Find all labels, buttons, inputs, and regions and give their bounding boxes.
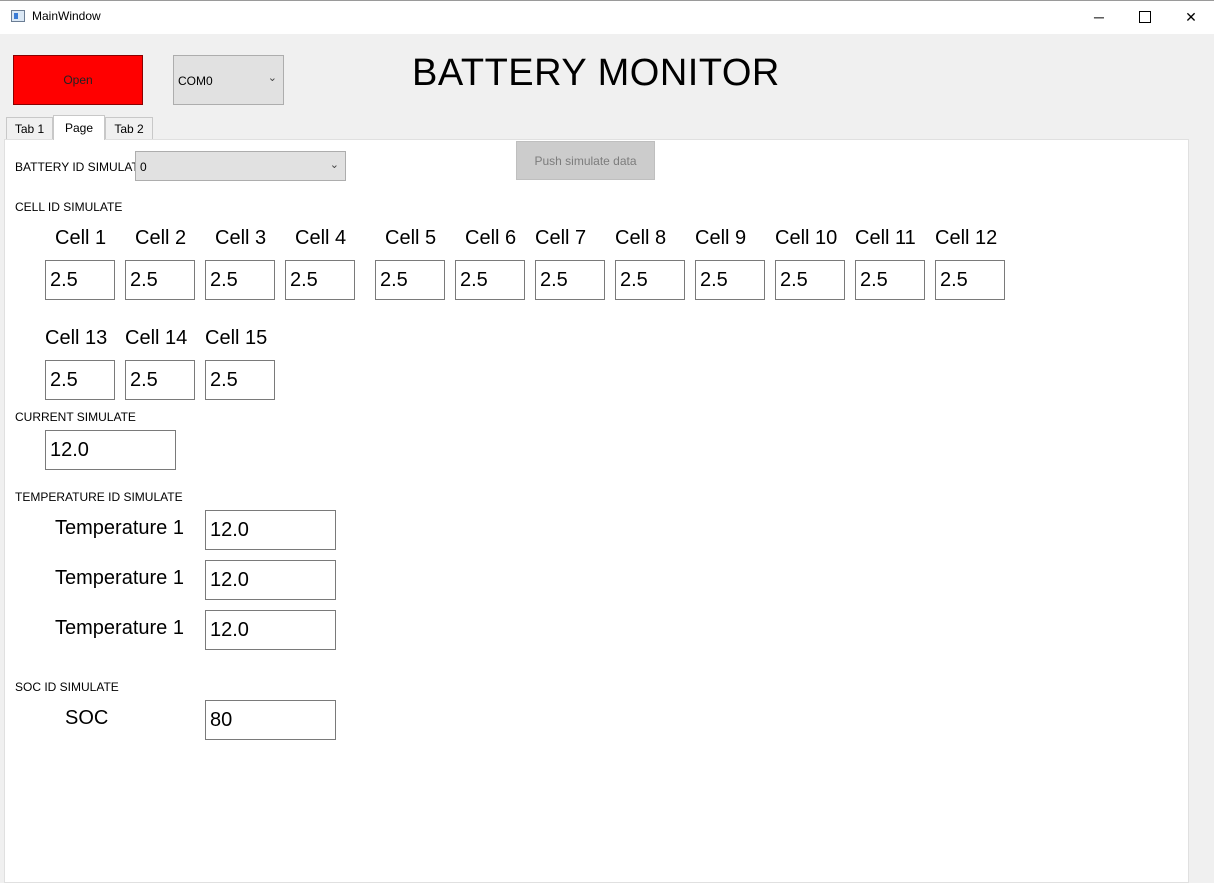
- cell-5-input[interactable]: 2.5: [375, 260, 445, 300]
- cell-8-input[interactable]: 2.5: [615, 260, 685, 300]
- cell-label: Cell 12: [935, 227, 998, 249]
- cell-4-input[interactable]: 2.5: [285, 260, 355, 300]
- cell-label: Cell 5: [385, 227, 437, 249]
- battery-id-label: BATTERY ID SIMULATE: [15, 160, 147, 174]
- cell-2-input[interactable]: 2.5: [125, 260, 195, 300]
- cell-label: Cell 3: [215, 227, 267, 249]
- chevron-down-icon: ⌄: [329, 159, 339, 171]
- minimize-button[interactable]: ─: [1076, 0, 1122, 34]
- temperature-1-input[interactable]: 12.0: [205, 510, 336, 550]
- temperature-label: Temperature 1: [55, 517, 184, 539]
- cell-label: Cell 7: [535, 227, 587, 249]
- tab-content-pane: [4, 139, 1189, 883]
- cell-label: Cell 9: [695, 227, 747, 249]
- cell-label: Cell 15: [205, 327, 268, 349]
- soc-input[interactable]: 80: [205, 700, 336, 740]
- soc-label: SOC: [65, 707, 109, 729]
- chevron-down-icon: ⌄: [267, 72, 277, 84]
- current-input[interactable]: 12.0: [45, 430, 176, 470]
- maximize-button[interactable]: [1122, 0, 1168, 34]
- cell-label: Cell 2: [135, 227, 187, 249]
- close-button[interactable]: ✕: [1168, 0, 1214, 34]
- app-window-icon: [11, 10, 25, 22]
- cell-label: Cell 13: [45, 327, 108, 349]
- cell-9-input[interactable]: 2.5: [695, 260, 765, 300]
- cell-11-input[interactable]: 2.5: [855, 260, 925, 300]
- tab-page[interactable]: Page: [53, 115, 105, 140]
- cell-12-input[interactable]: 2.5: [935, 260, 1005, 300]
- tab-1[interactable]: Tab 1: [6, 117, 53, 139]
- com-port-select[interactable]: COM0 ⌄: [173, 55, 284, 105]
- tab-2[interactable]: Tab 2: [105, 117, 153, 139]
- temperature-2-input[interactable]: 12.0: [205, 560, 336, 600]
- cell-6-input[interactable]: 2.5: [455, 260, 525, 300]
- cell-3-input[interactable]: 2.5: [205, 260, 275, 300]
- soc-id-label: SOC ID SIMULATE: [15, 680, 119, 694]
- app-title: BATTERY MONITOR: [412, 52, 780, 94]
- temperature-id-label: TEMPERATURE ID SIMULATE: [15, 490, 183, 504]
- cell-label: Cell 4: [295, 227, 347, 249]
- battery-id-select[interactable]: 0 ⌄: [135, 151, 346, 181]
- cell-10-input[interactable]: 2.5: [775, 260, 845, 300]
- cell-1-input[interactable]: 2.5: [45, 260, 115, 300]
- current-label: CURRENT SIMULATE: [15, 410, 136, 424]
- cell-label: Cell 14: [125, 327, 188, 349]
- temperature-3-input[interactable]: 12.0: [205, 610, 336, 650]
- temperature-label: Temperature 1: [55, 617, 184, 639]
- cell-13-input[interactable]: 2.5: [45, 360, 115, 400]
- cell-7-input[interactable]: 2.5: [535, 260, 605, 300]
- cell-14-input[interactable]: 2.5: [125, 360, 195, 400]
- cell-label: Cell 6: [465, 227, 517, 249]
- window-top-border: [0, 0, 1214, 1]
- open-button[interactable]: Open: [13, 55, 143, 105]
- window-title: MainWindow: [32, 9, 101, 23]
- maximize-icon: [1139, 11, 1151, 23]
- cell-id-label: CELL ID SIMULATE: [15, 200, 123, 214]
- title-bar: [0, 0, 1214, 34]
- battery-id-value: 0: [140, 160, 147, 174]
- cell-15-input[interactable]: 2.5: [205, 360, 275, 400]
- push-simulate-data-button[interactable]: Push simulate data: [516, 141, 655, 180]
- cell-label: Cell 11: [855, 227, 916, 249]
- temperature-label: Temperature 1: [55, 567, 184, 589]
- right-margin: [1189, 139, 1214, 883]
- close-icon: ✕: [1185, 8, 1197, 25]
- cell-label: Cell 10: [775, 227, 838, 249]
- com-port-value: COM0: [178, 74, 213, 88]
- cell-label: Cell 1: [55, 227, 107, 249]
- minimize-icon: ─: [1094, 9, 1104, 25]
- cell-label: Cell 8: [615, 227, 667, 249]
